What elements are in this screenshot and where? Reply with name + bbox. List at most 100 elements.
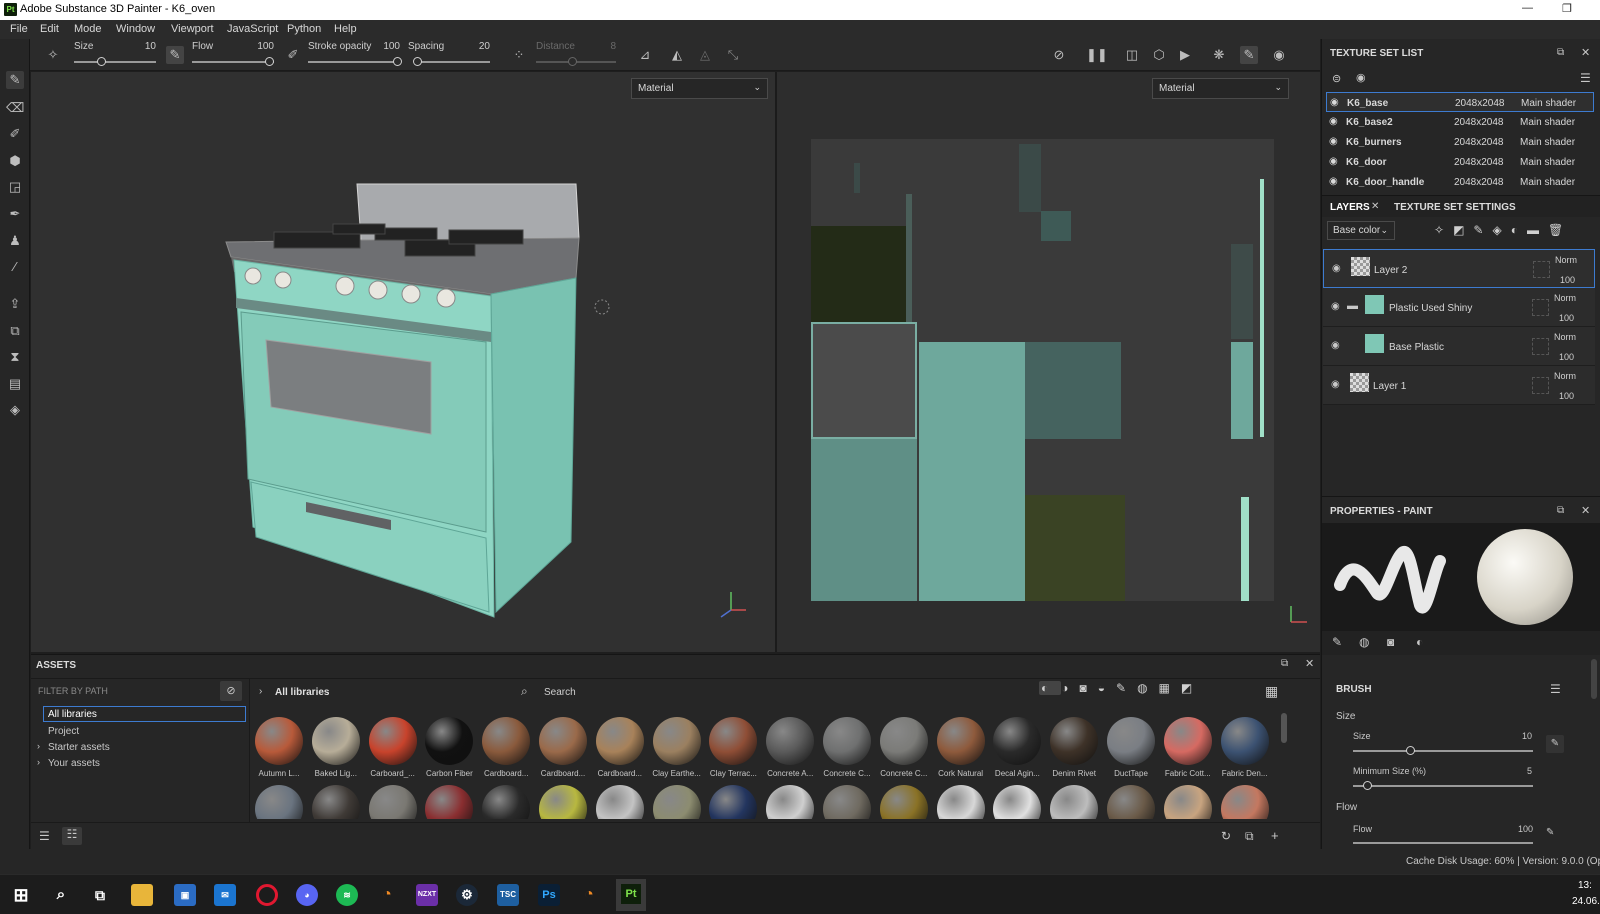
filter-environments-icon[interactable]: ◒ [1098,681,1116,695]
layer-opacity[interactable]: 100 [1559,391,1574,401]
eye-icon[interactable]: ◉ [1332,263,1341,274]
screenshot-icon[interactable]: ◉ [1270,46,1288,64]
toolbar-size-slider[interactable] [74,61,156,63]
add-fill-layer-icon[interactable]: ◈ [1492,223,1510,237]
list-view-icon[interactable]: ☰ [39,829,50,843]
eye-icon[interactable]: ◉ [1329,116,1338,127]
asset-thumbnail[interactable] [652,785,701,819]
chevron-right-icon[interactable]: › [37,741,40,751]
asset-thumbnail[interactable] [539,717,587,765]
add-smart-material-icon[interactable]: ◐ [1511,223,1527,237]
undock-icon[interactable]: ⧉ [1281,658,1288,669]
asset-thumbnail[interactable] [709,785,758,819]
discord-icon[interactable]: ◕ [296,884,318,906]
texture-set-row[interactable]: ◉ K6_base 2048x2048 Main shader [1326,92,1594,112]
import-icon[interactable]: ⧉ [1245,829,1254,844]
brush-size-slider[interactable] [1353,750,1533,752]
filter-toggle-icon[interactable]: ⊘ [220,681,242,701]
layer-blend-mode[interactable]: Norm [1555,255,1577,265]
layer-opacity[interactable]: 100 [1559,313,1574,323]
pen-pressure-icon[interactable]: ✎ [166,46,184,64]
add-paint-layer-icon[interactable]: ✎ [1473,223,1492,237]
tree-item-project[interactable]: Project [48,726,79,737]
menu-file[interactable]: File [10,23,28,35]
eye-icon[interactable]: ◉ [1329,156,1338,167]
menu-edit[interactable]: Edit [40,23,59,35]
asset-thumbnail[interactable] [368,785,417,819]
layer-opacity[interactable]: 100 [1559,352,1574,362]
toolbar-spacing-slider[interactable] [414,61,490,63]
layer-blend-mode[interactable]: Norm [1554,293,1576,303]
texture-set-row[interactable]: ◉ K6_base2 2048x2048 Main shader [1326,112,1594,132]
toolbar-flow-knob[interactable] [265,57,274,66]
geometry-fill-icon[interactable]: ⬢ [6,152,24,170]
eye-icon[interactable]: ◉ [1330,97,1339,108]
iray-icon[interactable]: ❋ [1210,46,1228,64]
blender-2-icon[interactable]: ◔ [578,884,600,906]
layer-mask-slot[interactable] [1532,377,1549,394]
add-asset-icon[interactable]: + [1271,828,1279,843]
asset-thumbnail[interactable] [368,717,417,765]
layer-blend-mode[interactable]: Norm [1554,371,1576,381]
asset-thumbnail[interactable] [425,785,474,819]
filter-filters-icon[interactable]: ◩ [1181,681,1203,695]
mail-icon[interactable]: ✉ [214,884,236,906]
asset-thumbnail[interactable] [766,717,815,765]
viewport-3d[interactable]: Material ⌄ [31,72,775,652]
asset-thumbnail[interactable] [482,785,531,819]
close-icon[interactable]: ✕ [1305,657,1314,670]
menu-viewport[interactable]: Viewport [171,23,214,35]
visibility-toggle-icon[interactable]: ⊜ [1332,72,1341,85]
document-icon[interactable]: ▤ [6,375,24,393]
asset-thumbnail[interactable] [993,785,1042,819]
asset-thumbnail[interactable] [709,717,758,765]
toolbar-stroke-opacity-slider[interactable] [308,61,400,63]
eye-icon[interactable]: ◉ [1331,301,1340,312]
layer-row[interactable]: ◉ ▬ Plastic Used Shiny Norm 100 [1323,288,1595,327]
asset-thumbnail[interactable] [425,717,474,765]
material-tab-icon[interactable]: ◐ [1416,635,1423,649]
add-folder-icon[interactable]: ▬ [1527,223,1548,237]
channel-dropdown[interactable]: Base color ⌄ [1327,221,1395,240]
layer-mask-slot[interactable] [1533,261,1550,278]
filter-smart-materials-icon[interactable]: ◑ [1061,681,1079,695]
store-icon[interactable]: ▣ [174,884,196,906]
texture-set-row[interactable]: ◉ K6_burners 2048x2048 Main shader [1326,132,1594,152]
asset-thumbnail[interactable] [823,717,871,765]
layer-row[interactable]: ◉ Layer 1 Norm 100 [1323,366,1595,405]
paint-brush-icon[interactable]: ✎ [6,71,24,89]
tree-view-icon[interactable]: ☷ [62,827,82,845]
smudge-icon[interactable]: ✒ [6,205,24,223]
asset-thumbnail[interactable] [539,785,587,819]
asset-thumbnail[interactable] [1050,717,1099,765]
symmetry-settings-icon[interactable]: ◬ [696,46,714,64]
export-icon[interactable]: ⇪ [6,295,24,313]
menu-help[interactable]: Help [334,23,357,35]
assets-breadcrumb[interactable]: All libraries [275,687,329,698]
layer-mask-slot[interactable] [1532,338,1549,355]
asset-thumbnail[interactable] [311,785,360,819]
eye-icon[interactable]: ◉ [1331,340,1340,351]
spotify-icon[interactable]: ≋ [336,884,358,906]
asset-thumbnail[interactable] [1163,785,1212,819]
view-split-icon[interactable]: ◫ [1123,46,1141,64]
color-picker-icon[interactable]: ⁄ [6,258,24,276]
eraser-icon[interactable]: ⌫ [6,99,24,117]
assets-scrollbar[interactable] [1281,713,1287,743]
asset-thumbnail[interactable] [879,717,928,765]
layer-opacity[interactable]: 100 [1560,275,1575,285]
chevron-right-icon[interactable]: › [37,757,40,767]
bake-icon[interactable]: ⧉ [6,322,24,340]
asset-thumbnail[interactable] [311,717,360,765]
layer-row[interactable]: ◉ Base Plastic Norm 100 [1323,327,1595,366]
delete-icon[interactable]: 🗑 [1548,223,1572,237]
brush-size-knob[interactable] [1406,746,1415,755]
eye-icon[interactable]: ◉ [1329,136,1338,147]
toolbar-distance-knob[interactable] [568,57,577,66]
layer-mask-slot[interactable] [1532,299,1549,316]
size-pressure-icon[interactable]: ✎ [1546,735,1564,753]
eye-icon[interactable]: ◉ [1356,71,1366,84]
layer-blend-mode[interactable]: Norm [1554,332,1576,342]
task-view-icon[interactable]: ⧉ [89,884,111,906]
tree-item-all-libraries[interactable]: All libraries [43,706,246,722]
